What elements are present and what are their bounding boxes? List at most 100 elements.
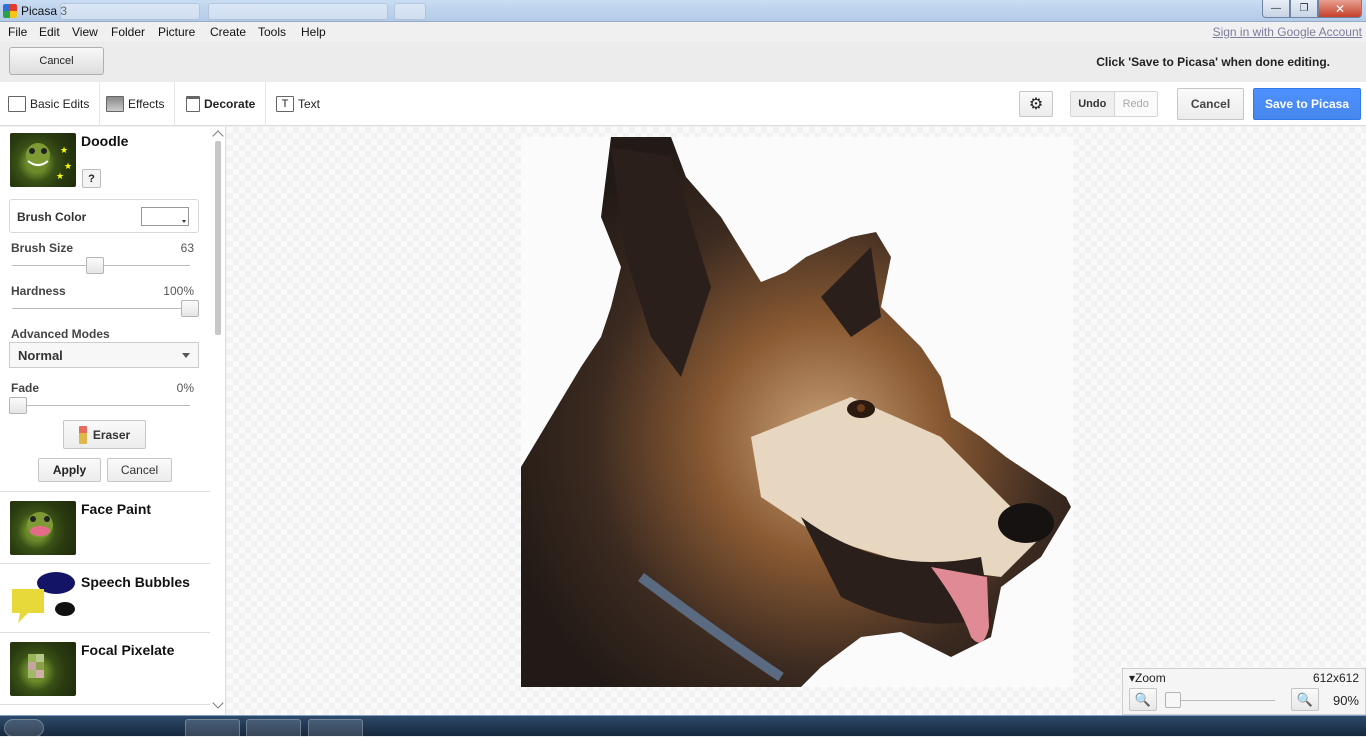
- edit-toolbar: Basic Edits Effects Decorate T Text ⚙ Un…: [0, 82, 1366, 126]
- divider: [0, 704, 210, 705]
- background-window-tab: [60, 3, 200, 20]
- zoom-out-icon: 🔍: [1134, 691, 1152, 707]
- menu-view[interactable]: View: [72, 25, 98, 39]
- tab-effects[interactable]: Effects: [98, 82, 176, 126]
- minimize-button[interactable]: —: [1262, 0, 1290, 18]
- cancel-button[interactable]: Cancel: [1177, 88, 1244, 120]
- fade-value: 0%: [176, 381, 194, 395]
- menu-tools[interactable]: Tools: [258, 25, 286, 39]
- fade-track: [12, 405, 190, 406]
- cancel-doodle-button[interactable]: Cancel: [107, 458, 172, 482]
- zoom-slider[interactable]: [1165, 692, 1181, 708]
- hardness-slider[interactable]: [181, 300, 199, 317]
- undo-button[interactable]: Undo: [1071, 92, 1115, 116]
- hardness-label: Hardness: [11, 284, 66, 298]
- restore-button[interactable]: ❐: [1290, 0, 1318, 18]
- cancel-edit-button[interactable]: Cancel: [9, 47, 104, 75]
- zoom-value: 90%: [1332, 693, 1359, 708]
- os-taskbar: [0, 715, 1366, 737]
- decorate-sidebar: ★ ★ ★ Doodle ? Brush Color Brush Size 63…: [0, 127, 226, 715]
- background-window-tab: [394, 3, 426, 20]
- brush-size-label: Brush Size: [11, 241, 74, 255]
- redo-button[interactable]: Redo: [1114, 92, 1157, 116]
- zoom-in-icon: 🔍: [1296, 691, 1314, 707]
- taskbar-item[interactable]: [246, 719, 301, 737]
- advanced-modes-select[interactable]: Normal: [9, 342, 199, 368]
- zoom-label-text: Zoom: [1135, 671, 1166, 685]
- basic-edits-icon: [8, 96, 26, 112]
- eraser-label: Eraser: [92, 427, 131, 442]
- taskbar-item[interactable]: [185, 719, 240, 737]
- tab-basic-edits[interactable]: Basic Edits: [0, 82, 101, 126]
- sign-in-link[interactable]: Sign in with Google Account: [1213, 25, 1362, 39]
- menu-help[interactable]: Help: [301, 25, 326, 39]
- divider: [0, 563, 210, 564]
- menu-bar: File Edit View Folder Picture Create Too…: [0, 22, 1366, 42]
- save-hint-text: Click 'Save to Picasa' when done editing…: [1096, 55, 1330, 69]
- doodle-title: Doodle: [81, 133, 129, 149]
- image-dimensions: 612x612: [1312, 671, 1359, 685]
- zoom-panel: ▾Zoom 612x612 🔍 🔍 90%: [1122, 668, 1366, 715]
- advanced-modes-label: Advanced Modes: [11, 327, 110, 341]
- help-button[interactable]: ?: [82, 169, 101, 188]
- zoom-in-button[interactable]: 🔍: [1291, 688, 1319, 711]
- menu-folder[interactable]: Folder: [111, 25, 145, 39]
- background-window-tab: [208, 3, 388, 20]
- menu-file[interactable]: File: [8, 25, 27, 39]
- hardness-value: 100%: [163, 284, 194, 298]
- tab-decorate[interactable]: Decorate: [178, 82, 267, 126]
- paint-roller-icon: [186, 96, 200, 112]
- sidebar-scrollbar[interactable]: [212, 127, 224, 715]
- zoom-track: [1175, 700, 1275, 701]
- zoom-label[interactable]: ▾Zoom: [1129, 671, 1166, 685]
- brush-color-label: Brush Color: [17, 210, 87, 224]
- chevron-down-icon: [182, 353, 190, 358]
- menu-edit[interactable]: Edit: [39, 25, 60, 39]
- apply-button[interactable]: Apply: [38, 458, 101, 482]
- doodle-thumbnail: ★ ★ ★: [10, 133, 76, 187]
- start-button[interactable]: [4, 719, 44, 737]
- speech-bubbles-thumbnail: [10, 571, 76, 625]
- selected-mode: Normal: [18, 348, 63, 363]
- face-paint-title: Face Paint: [81, 501, 152, 517]
- brush-size-value: 63: [180, 241, 194, 255]
- brush-size-slider[interactable]: [86, 257, 105, 274]
- scroll-down-icon[interactable]: [212, 697, 224, 709]
- svg-text:★: ★: [60, 145, 68, 155]
- brush-color-picker[interactable]: [141, 207, 189, 226]
- face-paint-thumbnail: [10, 501, 76, 555]
- tab-text[interactable]: T Text: [268, 82, 330, 126]
- effects-icon: [106, 96, 124, 112]
- tab-label: Text: [298, 97, 321, 111]
- fade-label: Fade: [11, 381, 40, 395]
- divider: [0, 491, 210, 492]
- tab-label: Effects: [128, 97, 165, 111]
- save-to-picasa-button[interactable]: Save to Picasa: [1253, 88, 1361, 120]
- settings-button[interactable]: ⚙: [1019, 91, 1053, 117]
- menu-picture[interactable]: Picture: [158, 25, 195, 39]
- taskbar-item[interactable]: [308, 719, 363, 737]
- undo-redo-group: Undo Redo: [1070, 91, 1158, 117]
- gear-icon: ⚙: [1028, 96, 1044, 113]
- tab-label: Decorate: [204, 97, 256, 111]
- title-bar: Picasa 3 — ❐ ✕: [0, 0, 1366, 22]
- svg-text:★: ★: [64, 161, 72, 171]
- menu-create[interactable]: Create: [210, 25, 246, 39]
- scroll-thumb[interactable]: [215, 141, 221, 335]
- svg-text:★: ★: [56, 171, 64, 181]
- focal-pixelate-thumbnail: [10, 642, 76, 696]
- photo-canvas[interactable]: [227, 127, 1366, 719]
- close-button[interactable]: ✕: [1318, 0, 1362, 18]
- focal-pixelate-title: Focal Pixelate: [81, 642, 175, 658]
- fade-slider[interactable]: [9, 397, 27, 414]
- speech-bubbles-title: Speech Bubbles: [81, 574, 190, 590]
- dog-photo[interactable]: [521, 137, 1073, 687]
- eraser-icon: [78, 425, 87, 444]
- zoom-out-button[interactable]: 🔍: [1129, 688, 1157, 711]
- hardness-track: [12, 308, 190, 309]
- tab-label: Basic Edits: [30, 97, 90, 111]
- eraser-button[interactable]: Eraser: [63, 420, 146, 449]
- picasa-app-icon: [3, 4, 17, 18]
- edit-top-bar: Cancel Click 'Save to Picasa' when done …: [0, 42, 1366, 82]
- scroll-up-icon[interactable]: [212, 130, 224, 142]
